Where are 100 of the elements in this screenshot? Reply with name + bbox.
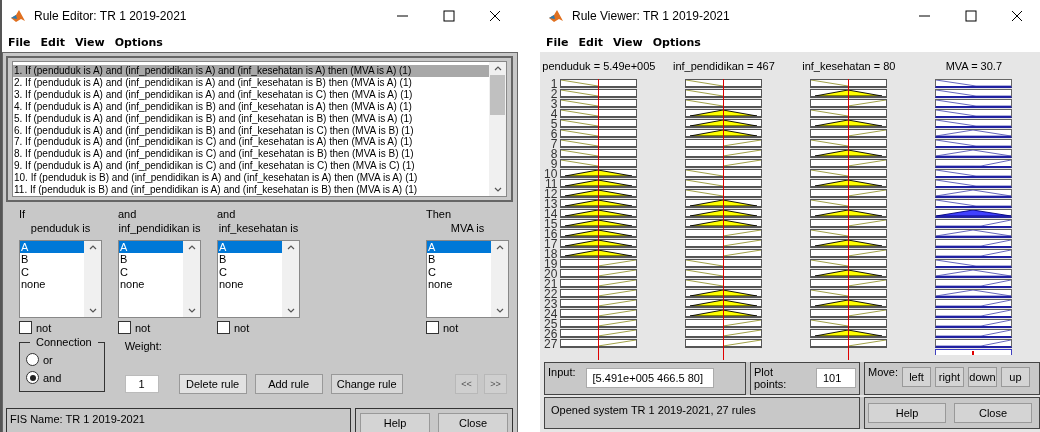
listbox-item[interactable]: B xyxy=(427,253,491,266)
connector-label: If xyxy=(19,208,26,220)
listbox-item[interactable]: C xyxy=(427,265,491,278)
listbox-item[interactable]: none xyxy=(20,277,84,291)
close-icon[interactable] xyxy=(1011,10,1023,22)
scroll-up-icon[interactable] xyxy=(187,245,196,250)
radio-button[interactable] xyxy=(26,371,39,384)
maximize-icon[interactable] xyxy=(965,10,977,22)
scrollbar-thumb[interactable] xyxy=(490,75,505,115)
rule-item[interactable]: 7. If (penduduk is A) and (inf_pendidikan is C) and (inf_kesehatan is A) then (MVA is A) (1) xyxy=(13,136,489,149)
rule-number: 10 xyxy=(544,169,559,179)
scroll-down-icon[interactable] xyxy=(495,308,504,313)
rule-item[interactable]: 11. If (penduduk is B) and (inf_pendidikan is A) and (inf_kesehatan is B) then (MVA is A) (1) xyxy=(13,184,489,196)
input-value-line[interactable] xyxy=(723,79,725,360)
listbox[interactable]: A B C none xyxy=(217,240,300,318)
rule-item[interactable]: 9. If (penduduk is A) and (inf_pendidikan is C) and (inf_kesehatan is C) then (MVA is C) (1) xyxy=(13,160,489,173)
rule-button[interactable]: Add rule xyxy=(254,374,323,394)
rule-button[interactable]: Delete rule xyxy=(178,374,247,394)
footer-button[interactable]: Close xyxy=(954,403,1032,423)
rule-number: 24 xyxy=(544,309,559,319)
footer-button[interactable]: Help xyxy=(868,403,946,423)
rule-item[interactable]: 6. If (penduduk is A) and (inf_pendidikan is B) and (inf_kesehatan is C) then (MVA is B) (1) xyxy=(13,124,489,137)
rule-number: 18 xyxy=(544,249,559,259)
rule-number: 25 xyxy=(544,319,559,329)
listbox-item[interactable]: C xyxy=(218,265,282,278)
move-button[interactable]: up xyxy=(1000,367,1030,387)
checkbox-label: not xyxy=(135,321,151,334)
footer-button[interactable]: Close xyxy=(438,413,508,432)
listbox-item[interactable]: A xyxy=(427,241,491,254)
rule-item[interactable]: 10. If (penduduk is B) and (inf_pendidikan is A) and (inf_kesehatan is A) then (MVA is A) (1) xyxy=(13,172,489,185)
rule-item[interactable]: 2. If (penduduk is A) and (inf_pendidikan is A) and (inf_kesehatan is B) then (MVA is A) (1) xyxy=(13,76,489,89)
rule-number: 8 xyxy=(550,149,559,159)
listbox-item[interactable]: C xyxy=(119,265,183,278)
status-text: Opened system TR 1 2019-2021, 27 rules xyxy=(544,397,860,429)
app-icon xyxy=(548,8,564,24)
rule-button[interactable]: Change rule xyxy=(330,374,403,394)
scrollbar[interactable] xyxy=(491,241,508,317)
scroll-up-icon[interactable] xyxy=(493,66,502,71)
scroll-down-icon[interactable] xyxy=(286,308,295,313)
checkbox[interactable] xyxy=(426,321,439,334)
rule-item[interactable]: 3. If (penduduk is A) and (inf_pendidikan is A) and (inf_kesehatan is C) then (MVA is A) (1) xyxy=(13,88,489,101)
menu-item[interactable]: Edit xyxy=(578,35,603,49)
weight-field[interactable]: 1 xyxy=(124,375,159,393)
listbox[interactable]: A B C none xyxy=(426,240,509,318)
menu-item[interactable]: Options xyxy=(114,35,163,49)
scrollbar[interactable] xyxy=(183,241,200,317)
variable-label: MVA is xyxy=(450,222,485,234)
input-value-line[interactable] xyxy=(848,79,850,360)
plot-points-field[interactable]: 101 xyxy=(816,368,856,388)
move-button[interactable]: left xyxy=(901,367,931,387)
listbox-item[interactable]: A xyxy=(218,241,282,254)
menu-item[interactable]: Options xyxy=(652,35,701,49)
listbox-item[interactable]: none xyxy=(119,277,183,291)
listbox-item[interactable]: none xyxy=(218,277,282,291)
listbox-item[interactable]: none xyxy=(427,277,491,291)
scrollbar[interactable] xyxy=(84,241,101,317)
rule-number: 12 xyxy=(544,189,559,199)
input-field[interactable]: [5.491e+005 466.5 80] xyxy=(585,368,714,388)
rule-number: 23 xyxy=(544,299,559,309)
footer-button[interactable]: Help xyxy=(360,413,430,432)
radio-button[interactable] xyxy=(26,353,39,366)
scroll-up-icon[interactable] xyxy=(286,245,295,250)
variable-label: inf_kesehatan is xyxy=(218,222,299,234)
checkbox[interactable] xyxy=(19,321,32,334)
scroll-down-icon[interactable] xyxy=(187,308,196,313)
scroll-down-icon[interactable] xyxy=(88,308,97,313)
move-button[interactable]: down xyxy=(967,367,997,387)
listbox-item[interactable]: A xyxy=(119,241,183,254)
close-icon[interactable] xyxy=(489,10,501,22)
listbox-item[interactable]: B xyxy=(218,253,282,266)
menu-item[interactable]: File xyxy=(8,35,31,49)
menu-item[interactable]: File xyxy=(546,35,569,49)
maximize-icon[interactable] xyxy=(443,10,455,22)
listbox-item[interactable]: C xyxy=(20,265,84,278)
rule-number: 19 xyxy=(544,259,559,269)
move-button[interactable]: right xyxy=(934,367,964,387)
listbox[interactable]: A B C none xyxy=(19,240,102,318)
scrollbar[interactable] xyxy=(282,241,299,317)
checkbox[interactable] xyxy=(118,321,131,334)
menu-item[interactable]: View xyxy=(74,35,105,49)
rule-number: 21 xyxy=(544,279,559,289)
listbox-item[interactable]: B xyxy=(20,253,84,266)
connector-label: and xyxy=(118,208,137,220)
scrollbar[interactable] xyxy=(489,62,506,196)
rule-item[interactable]: 8. If (penduduk is A) and (inf_pendidikan is C) and (inf_kesehatan is B) then (MVA is B) (1) xyxy=(13,148,489,161)
rule-number: 26 xyxy=(544,329,559,339)
rule-item[interactable]: 4. If (penduduk is A) and (inf_pendidikan is B) and (inf_kesehatan is A) then (MVA is A) (1) xyxy=(13,100,489,113)
menu-item[interactable]: Edit xyxy=(40,35,65,49)
listbox-item[interactable]: B xyxy=(119,253,183,266)
scroll-up-icon[interactable] xyxy=(495,245,504,250)
rule-item[interactable]: 5. If (penduduk is A) and (inf_pendidikan is B) and (inf_kesehatan is B) then (MVA is A) (1) xyxy=(13,112,489,125)
listbox-item[interactable]: A xyxy=(20,241,84,254)
rule-item[interactable]: 1. If (penduduk is A) and (inf_pendidikan is A) and (inf_kesehatan is A) then (MVA is A) (1) xyxy=(13,65,489,77)
scroll-down-icon[interactable] xyxy=(493,187,502,192)
input-value-line[interactable] xyxy=(598,79,600,360)
listbox[interactable]: A B C none xyxy=(118,240,201,318)
radio-label: or xyxy=(43,353,53,366)
checkbox[interactable] xyxy=(217,321,230,334)
scroll-up-icon[interactable] xyxy=(88,245,97,250)
menu-item[interactable]: View xyxy=(612,35,643,49)
